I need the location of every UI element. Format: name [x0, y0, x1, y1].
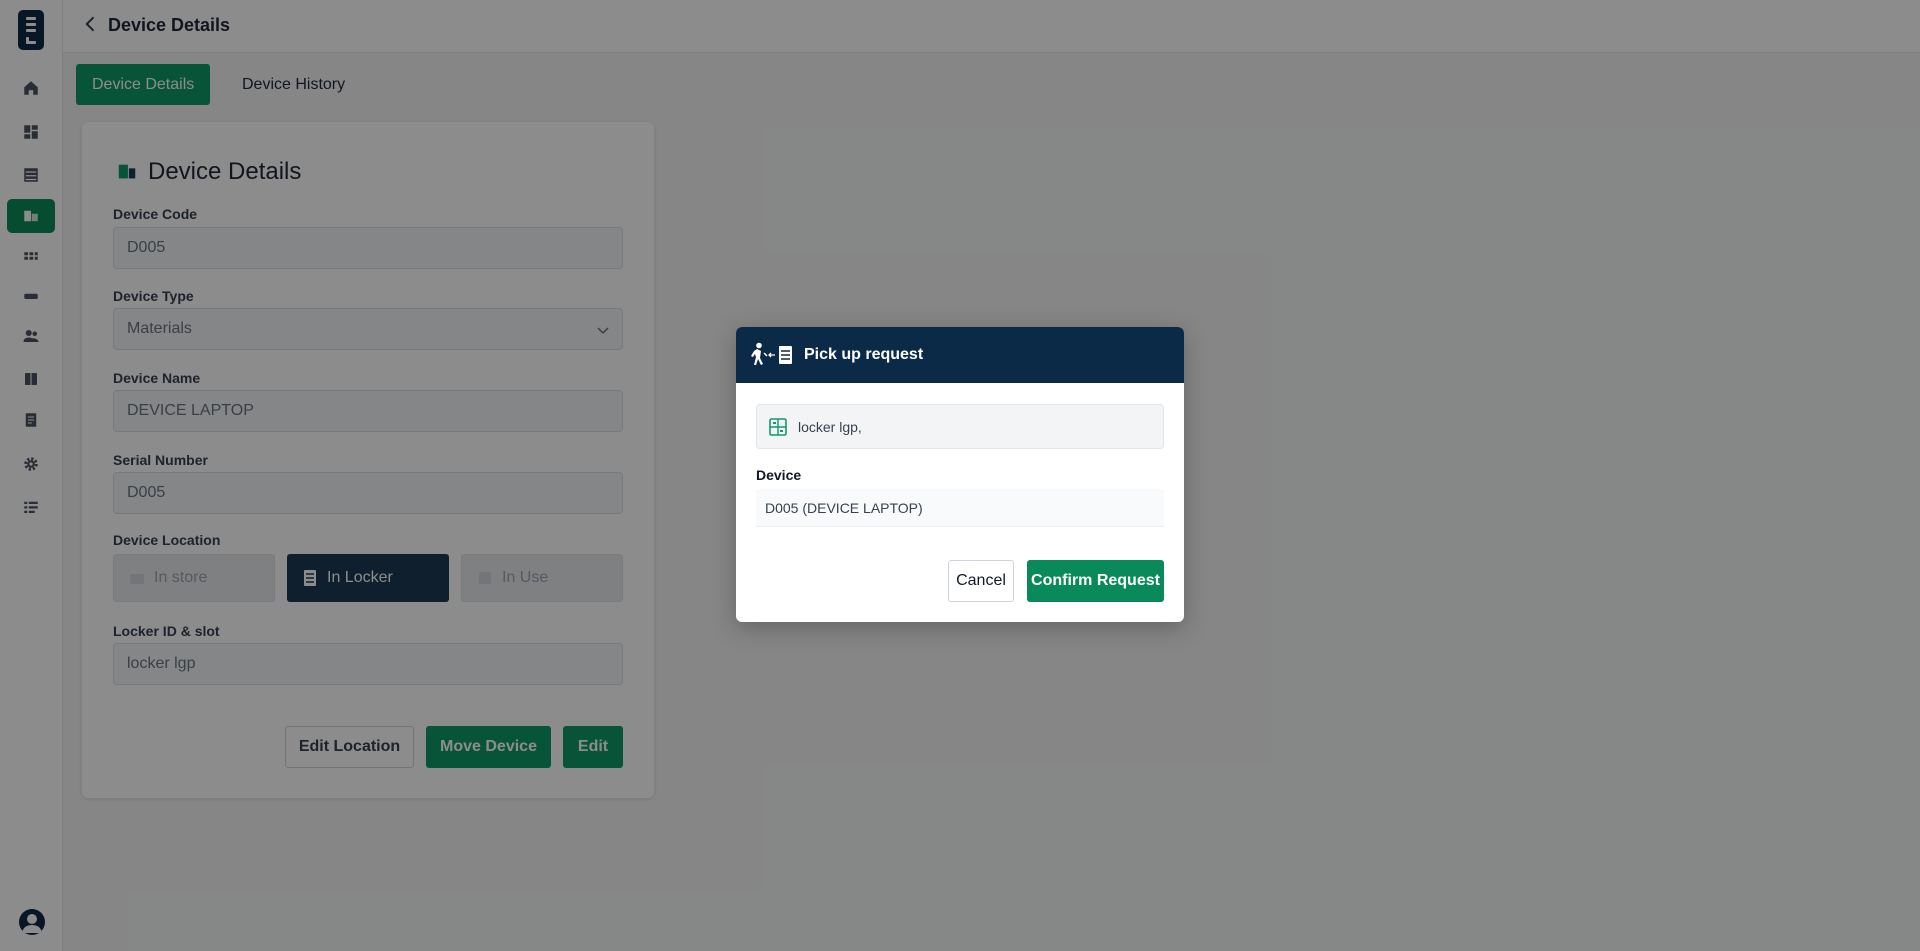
pickup-request-modal: Pick up request locker lgp, Device D005 … [736, 327, 1184, 622]
modal-header: Pick up request [736, 327, 1184, 383]
selected-locker: locker lgp, [756, 404, 1164, 449]
confirm-request-button[interactable]: Confirm Request [1027, 560, 1164, 602]
cancel-button[interactable]: Cancel [948, 560, 1014, 602]
modal-title: Pick up request [804, 346, 924, 363]
selected-locker-text: locker lgp, [798, 418, 862, 435]
device-label: Device [756, 467, 802, 483]
device-value: D005 (DEVICE LAPTOP) [756, 489, 1164, 527]
pickup-person-icon [751, 342, 792, 365]
locker-grid-icon [769, 417, 787, 436]
